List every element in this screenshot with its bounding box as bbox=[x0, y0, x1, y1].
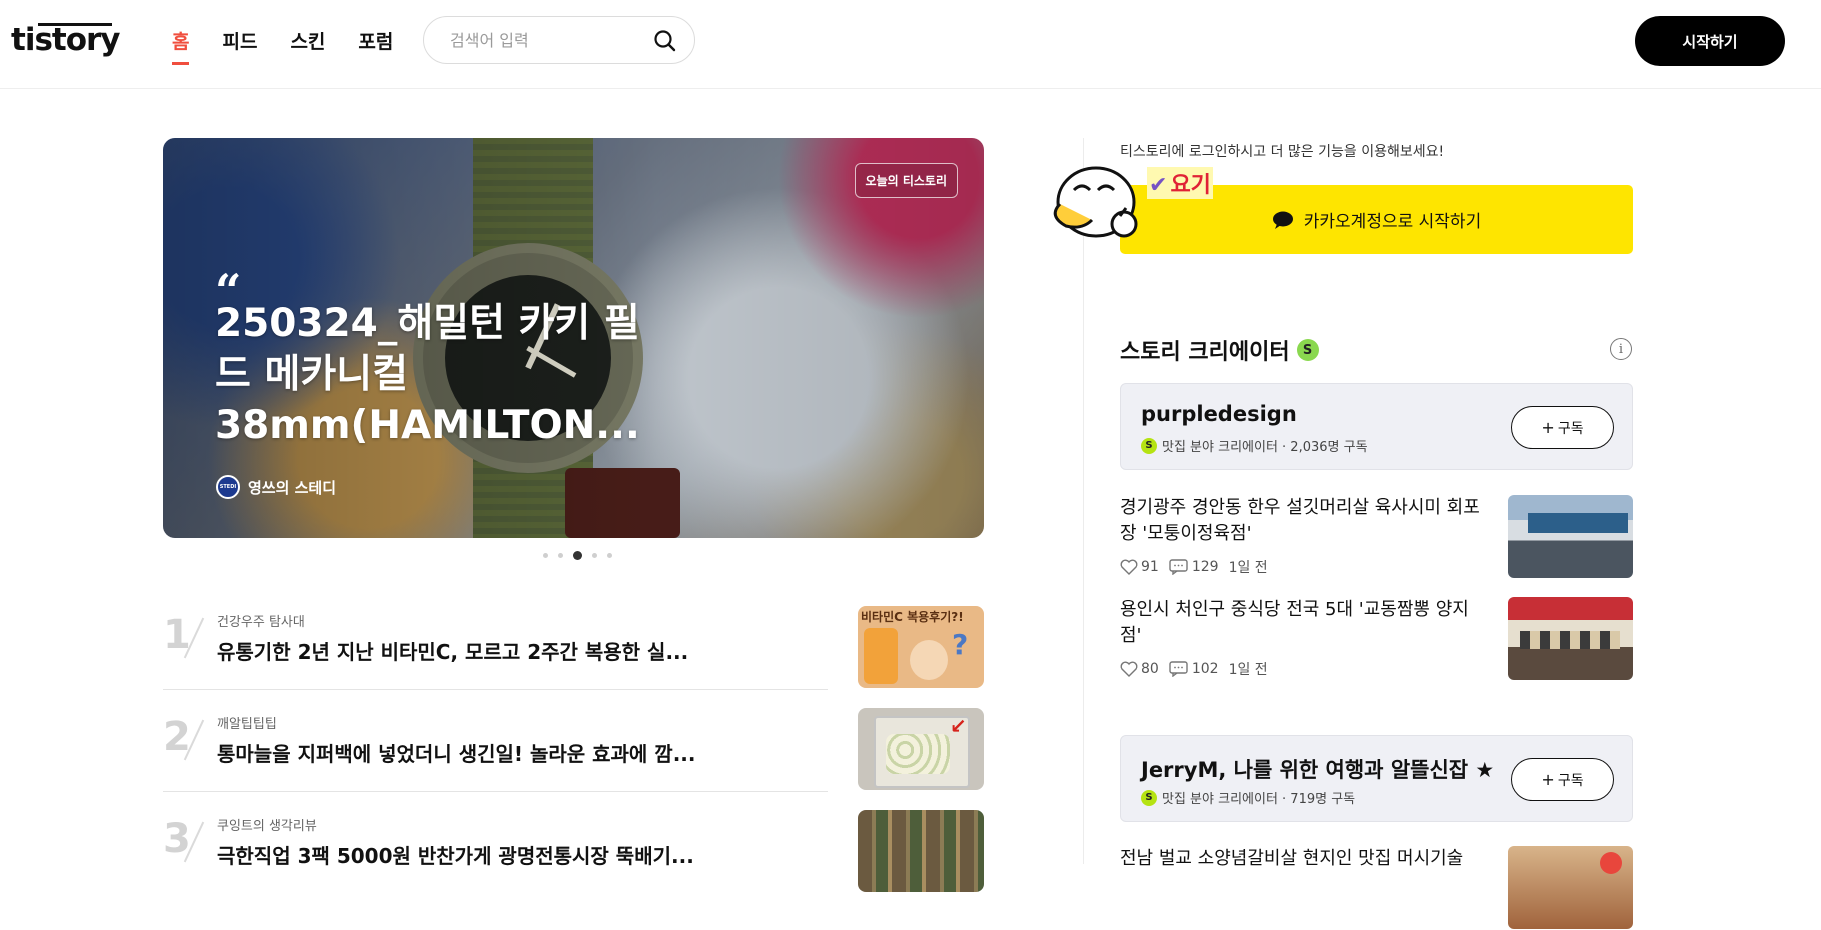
thumbnail-bottle bbox=[864, 628, 898, 684]
post-title[interactable]: 유통기한 2년 지난 비타민C, 모르고 2주간 복용한 실... bbox=[217, 636, 688, 665]
creator-post-item[interactable]: 전남 벌교 소양념갈비살 현지인 맛집 머시기술 bbox=[1120, 846, 1633, 930]
post-title[interactable]: 극한직업 3팩 5000원 반찬가게 광명전통시장 뚝배기... bbox=[217, 840, 694, 869]
pagination-dot[interactable] bbox=[592, 553, 597, 558]
post-title[interactable]: 경기광주 경안동 한우 설깃머리살 육사시미 회포장 '모퉁이정육점' bbox=[1120, 495, 1485, 547]
start-button[interactable]: 시작하기 bbox=[1635, 16, 1785, 66]
info-icon[interactable]: i bbox=[1610, 338, 1632, 360]
subscribe-button[interactable]: + 구독 bbox=[1511, 406, 1614, 449]
thumbnail-question: ? bbox=[952, 628, 969, 661]
post-thumbnail[interactable] bbox=[1508, 495, 1633, 578]
like-count[interactable]: 80 bbox=[1120, 661, 1159, 677]
thumbnail-window bbox=[1520, 631, 1620, 649]
mascot-speech-label: ✔ 요기 bbox=[1147, 167, 1213, 199]
author-name[interactable]: 영쓰의 스테디 bbox=[248, 477, 336, 498]
search-box bbox=[423, 16, 695, 64]
login-prompt: 티스토리에 로그인하시고 더 많은 기능을 이용해보세요! bbox=[1120, 144, 1445, 160]
comment-icon bbox=[1169, 661, 1188, 677]
list-item[interactable]: 1 건강우주 탐사대 유통기한 2년 지난 비타민C, 모르고 2주간 복용한 … bbox=[163, 606, 984, 708]
mascot-icon bbox=[1053, 166, 1138, 238]
comment-count-value: 102 bbox=[1191, 661, 1219, 677]
today-tistory-badge: 오늘의 티스토리 bbox=[854, 163, 958, 198]
thumbnail-caption: 비타민C 복용후기?! bbox=[861, 610, 964, 624]
thumbnail-garlic bbox=[886, 734, 950, 774]
main-nav: 홈 피드 스킨 포럼 bbox=[172, 27, 426, 65]
creator-meta-text: 맛집 분야 크리에이터 · 2,036명 구독 bbox=[1162, 440, 1368, 455]
creator-badge-icon: S bbox=[1141, 789, 1157, 806]
creator-section-title: 스토리 크리에이터 S bbox=[1120, 334, 1319, 366]
subscribe-button[interactable]: + 구독 bbox=[1511, 758, 1614, 801]
hero-pagination bbox=[538, 551, 617, 560]
plus-icon: + bbox=[1541, 418, 1555, 437]
creator-card[interactable]: purpledesign S 맛집 분야 크리에이터 · 2,036명 구독 +… bbox=[1120, 383, 1633, 470]
like-count-value: 80 bbox=[1141, 661, 1159, 677]
creator-meta: S 맛집 분야 크리에이터 · 2,036명 구독 bbox=[1141, 436, 1368, 455]
search-input[interactable] bbox=[448, 30, 632, 51]
heart-icon bbox=[1120, 559, 1138, 575]
hero-title[interactable]: 250324_해밀턴 카키 필드 메카니컬 38mm(HAMILTON... bbox=[215, 298, 675, 451]
kakao-login-label: 카카오계정으로 시작하기 bbox=[1303, 212, 1482, 232]
creator-badge-icon: S bbox=[1296, 339, 1319, 361]
creator-meta: S 맛집 분야 크리에이터 · 719명 구독 bbox=[1141, 788, 1355, 807]
post-stats: 80 102 1일 전 bbox=[1120, 659, 1268, 679]
creator-section-label: 스토리 크리에이터 bbox=[1120, 340, 1290, 365]
divider bbox=[163, 791, 828, 792]
post-time: 1일 전 bbox=[1228, 662, 1268, 678]
blog-category[interactable]: 건강우주 탐사대 bbox=[217, 611, 305, 630]
hero-banner[interactable]: 오늘의 티스토리 “ 250324_해밀턴 카키 필드 메카니컬 38mm(HA… bbox=[163, 138, 984, 538]
creator-meta-text: 맛집 분야 크리에이터 · 719명 구독 bbox=[1162, 792, 1356, 807]
post-title[interactable]: 통마늘을 지퍼백에 넣었더니 생긴일! 놀라운 효과에 깜... bbox=[217, 738, 696, 767]
creator-name[interactable]: JerryM, 나를 위한 여행과 알뜰신잡 ★ bbox=[1141, 754, 1494, 784]
post-stats: 91 129 1일 전 bbox=[1120, 557, 1268, 577]
thumbnail-badge bbox=[1600, 852, 1622, 874]
divider bbox=[163, 689, 828, 690]
post-title[interactable]: 용인시 처인구 중식당 전국 5대 '교동짬뽕 양지점' bbox=[1120, 597, 1485, 649]
top-header: tistory 홈 피드 스킨 포럼 시작하기 bbox=[0, 0, 1821, 89]
pagination-dot[interactable] bbox=[543, 553, 548, 558]
nav-skin[interactable]: 스킨 bbox=[290, 27, 325, 62]
subscribe-label: 구독 bbox=[1557, 772, 1584, 789]
blog-category[interactable]: 쿠잉트의 생각리뷰 bbox=[217, 815, 317, 834]
post-thumbnail[interactable] bbox=[1508, 597, 1633, 680]
check-icon: ✔ bbox=[1149, 173, 1168, 198]
mascot-speech-text: 요기 bbox=[1170, 173, 1211, 198]
comment-icon bbox=[1169, 559, 1188, 575]
thumbnail-face bbox=[910, 640, 948, 680]
pagination-dot[interactable] bbox=[607, 553, 612, 558]
post-thumbnail[interactable]: 비타민C 복용후기?! ? bbox=[858, 606, 984, 688]
author-avatar[interactable]: STEDI bbox=[216, 475, 240, 499]
tistory-logo[interactable]: tistory bbox=[11, 22, 121, 58]
nav-feed[interactable]: 피드 bbox=[222, 27, 257, 62]
post-thumbnail[interactable] bbox=[858, 810, 984, 892]
plus-icon: + bbox=[1541, 770, 1555, 789]
pagination-dot-active[interactable] bbox=[573, 551, 582, 560]
creator-post-item[interactable]: 경기광주 경안동 한우 설깃머리살 육사시미 회포장 '모퉁이정육점' 91 1… bbox=[1120, 495, 1633, 579]
blog-category[interactable]: 깨알팁팁팁 bbox=[217, 713, 277, 732]
list-item[interactable]: 3 쿠잉트의 생각리뷰 극한직업 3팩 5000원 반찬가게 광명전통시장 뚝배… bbox=[163, 810, 984, 912]
creator-name[interactable]: purpledesign bbox=[1141, 402, 1297, 426]
creator-post-item[interactable]: 용인시 처인구 중식당 전국 5대 '교동짬뽕 양지점' 80 102 1일 전 bbox=[1120, 597, 1633, 681]
kakao-chat-icon bbox=[1272, 211, 1293, 229]
comment-count[interactable]: 102 bbox=[1169, 661, 1219, 677]
thumbnail-sign bbox=[1528, 513, 1628, 533]
pagination-dot[interactable] bbox=[558, 553, 563, 558]
post-thumbnail[interactable]: ↙ bbox=[858, 708, 984, 790]
post-title[interactable]: 전남 벌교 소양념갈비살 현지인 맛집 머시기술 bbox=[1120, 846, 1485, 872]
nav-forum[interactable]: 포럼 bbox=[358, 27, 393, 62]
heart-icon bbox=[1120, 661, 1138, 677]
comment-count-value: 129 bbox=[1191, 559, 1219, 575]
nav-home[interactable]: 홈 bbox=[172, 27, 190, 65]
comment-count[interactable]: 129 bbox=[1169, 559, 1219, 575]
post-thumbnail[interactable] bbox=[1508, 846, 1633, 929]
search-icon[interactable] bbox=[652, 28, 678, 54]
like-count-value: 91 bbox=[1141, 559, 1159, 575]
like-count[interactable]: 91 bbox=[1120, 559, 1159, 575]
subscribe-label: 구독 bbox=[1557, 420, 1584, 437]
creator-card[interactable]: JerryM, 나를 위한 여행과 알뜰신잡 ★ S 맛집 분야 크리에이터 ·… bbox=[1120, 735, 1633, 822]
list-item[interactable]: 2 깨알팁팁팁 통마늘을 지퍼백에 넣었더니 생긴일! 놀라운 효과에 깜...… bbox=[163, 708, 984, 810]
creator-badge-icon: S bbox=[1141, 437, 1157, 454]
thumbnail-arrow: ↙ bbox=[950, 714, 967, 738]
post-time: 1일 전 bbox=[1228, 560, 1268, 576]
